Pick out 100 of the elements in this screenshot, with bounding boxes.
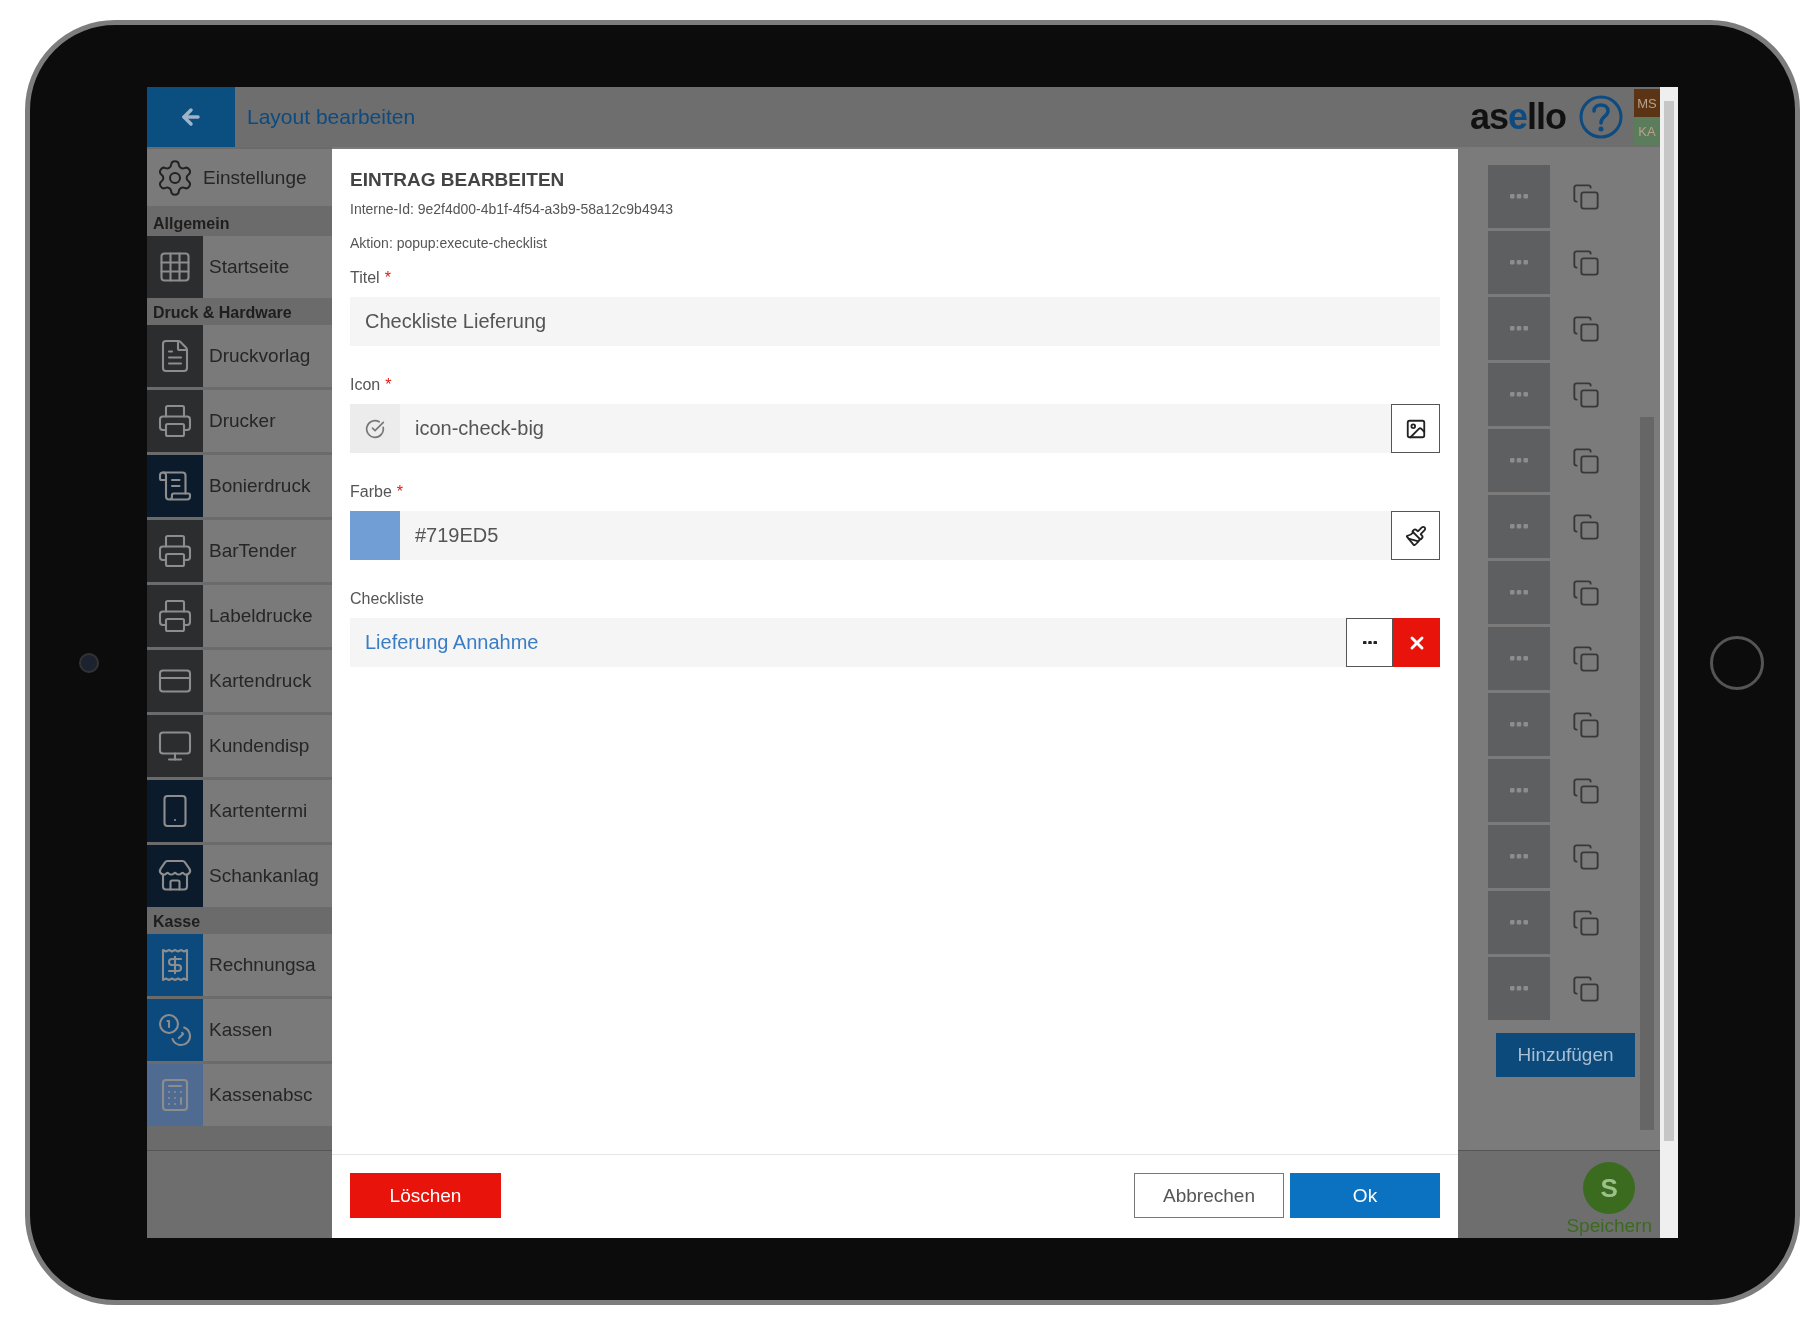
printer-icon — [157, 598, 193, 634]
scroll-icon — [157, 468, 193, 504]
ellipsis-icon — [1362, 640, 1377, 645]
section-heading: Druck & Hardware — [152, 303, 293, 323]
copy-icon — [1572, 512, 1600, 541]
camera-dot — [78, 652, 99, 673]
copy-icon — [1572, 974, 1600, 1003]
sidebar-item[interactable]: Bonierdruck — [147, 455, 332, 517]
help-icon[interactable] — [1578, 94, 1624, 140]
grid-icon — [157, 249, 193, 285]
monitor-icon — [157, 728, 193, 764]
ellipsis-icon — [1510, 854, 1528, 859]
copy-button[interactable] — [1572, 710, 1600, 739]
cancel-button[interactable]: Abbrechen — [1134, 1173, 1284, 1218]
sidebar-item[interactable]: Kassenabsc — [147, 1064, 332, 1126]
sidebar-item[interactable]: Startseite — [147, 236, 332, 298]
copy-icon — [1572, 446, 1600, 475]
meta-text: Interne-Id: 9e2f4d00-4b1f-4f54-a3b9-58a12c9b4943 — [350, 201, 675, 217]
more-button[interactable] — [1346, 618, 1393, 667]
ellipsis-icon — [1510, 524, 1528, 529]
copy-icon — [1572, 842, 1600, 871]
copy-icon — [1572, 248, 1600, 277]
checklist-link[interactable]: Lieferung Annahme — [350, 631, 539, 654]
color-field[interactable]: #719ED5 — [400, 511, 1391, 560]
field-label: Checkliste — [350, 590, 424, 608]
section-heading: Allgemein — [152, 214, 231, 234]
ellipsis-icon — [1510, 458, 1528, 463]
save-button[interactable]: S — [1583, 1162, 1636, 1214]
copy-icon — [1572, 578, 1600, 607]
copy-icon — [1572, 314, 1600, 343]
copy-button[interactable] — [1572, 908, 1600, 937]
ellipsis-icon — [1510, 590, 1528, 595]
back-button[interactable] — [147, 87, 235, 147]
sidebar-item[interactable]: Kartentermi — [147, 780, 332, 842]
copy-button[interactable] — [1572, 182, 1600, 211]
copy-button[interactable] — [1572, 380, 1600, 409]
copy-button[interactable] — [1572, 512, 1600, 541]
remove-button[interactable] — [1393, 618, 1440, 667]
page-title: Layout bearbeiten — [247, 105, 417, 129]
check-circle-icon — [365, 418, 385, 439]
sidebar-item[interactable]: Schankanlag — [147, 845, 332, 907]
field-label: Icon — [350, 376, 381, 394]
copy-icon — [1572, 182, 1600, 211]
ellipsis-icon — [1510, 920, 1528, 925]
ellipsis-icon — [1510, 194, 1528, 199]
copy-icon — [1572, 380, 1600, 409]
logo: asello — [1469, 96, 1566, 138]
image-icon — [1404, 417, 1427, 440]
save-label: Speichern — [1566, 1214, 1652, 1238]
field-label: Titel — [350, 269, 380, 287]
sidebar-item[interactable]: Kundendisp — [147, 715, 332, 777]
sidebar-item[interactable]: Rechnungsa — [147, 934, 332, 996]
copy-button[interactable] — [1572, 446, 1600, 475]
home-button[interactable] — [1709, 635, 1764, 690]
copy-icon — [1572, 776, 1600, 805]
required-mark: * — [385, 376, 392, 394]
sidebar-item[interactable]: Druckvorlag — [147, 325, 332, 387]
copy-button[interactable] — [1572, 314, 1600, 343]
copy-button[interactable] — [1572, 974, 1600, 1003]
storefront-icon — [157, 858, 193, 894]
meta-text: Aktion: popup:execute-checklist — [350, 235, 548, 251]
icon-field[interactable]: icon-check-big — [400, 404, 1391, 453]
sidebar-item[interactable]: Einstellunge — [147, 149, 332, 206]
checklist-field[interactable]: Lieferung Annahme — [350, 618, 1346, 667]
title-field[interactable]: Checkliste Lieferung — [350, 297, 1440, 346]
printer-icon — [157, 403, 193, 439]
color-picker-button[interactable] — [1391, 511, 1440, 560]
copy-icon — [1572, 908, 1600, 937]
copy-button[interactable] — [1572, 644, 1600, 673]
ellipsis-icon — [1510, 260, 1528, 265]
ellipsis-icon — [1510, 986, 1528, 991]
coins-icon — [157, 1012, 193, 1048]
user-badge[interactable]: MS — [1634, 89, 1660, 117]
field-label: Farbe — [350, 483, 392, 501]
section-heading: Kasse — [152, 912, 202, 932]
copy-icon — [1572, 710, 1600, 739]
sidebar-item[interactable]: Kassen — [147, 999, 332, 1061]
required-mark: * — [384, 269, 391, 287]
ellipsis-icon — [1510, 656, 1528, 661]
ellipsis-icon — [1510, 326, 1528, 331]
add-button[interactable]: Hinzufügen — [1496, 1033, 1635, 1077]
sidebar-item[interactable]: Drucker — [147, 390, 332, 452]
required-mark: * — [396, 483, 404, 501]
dialog-title: EINTRAG BEARBEITEN — [350, 169, 566, 191]
copy-button[interactable] — [1572, 842, 1600, 871]
copy-button[interactable] — [1572, 248, 1600, 277]
copy-button[interactable] — [1572, 776, 1600, 805]
scrollbar-thumb[interactable] — [1664, 101, 1674, 1141]
ok-button[interactable]: Ok — [1290, 1173, 1440, 1218]
copy-button[interactable] — [1572, 578, 1600, 607]
sidebar-item[interactable]: Kartendruck — [147, 650, 332, 712]
sidebar-item[interactable]: BarTender — [147, 520, 332, 582]
ellipsis-icon — [1510, 722, 1528, 727]
user-badge[interactable]: KA — [1634, 117, 1660, 145]
paintbrush-icon — [1404, 524, 1427, 547]
copy-icon — [1572, 644, 1600, 673]
printer-icon — [157, 533, 193, 569]
sidebar-item[interactable]: Labeldrucke — [147, 585, 332, 647]
image-picker-button[interactable] — [1391, 404, 1440, 453]
delete-button[interactable]: Löschen — [350, 1173, 501, 1218]
